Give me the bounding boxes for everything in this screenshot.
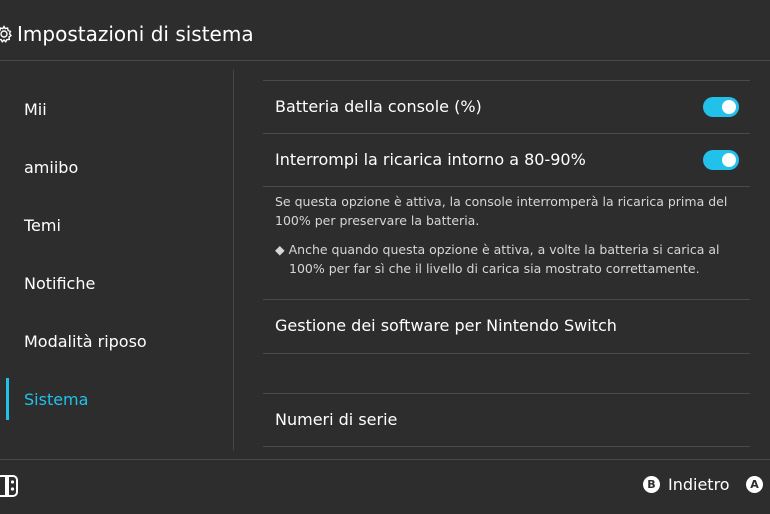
divider — [263, 186, 750, 187]
gear-icon — [0, 25, 12, 43]
sidebar-item-mii[interactable]: Mii — [0, 88, 233, 132]
footer-bar: B Indietro A — [0, 459, 770, 514]
a-button-icon: A — [746, 476, 763, 493]
stop-charging-label: Interrompi la ricarica intorno a 80-90% — [275, 150, 586, 169]
stop-charging-description: Se questa opzione è attiva, la console i… — [275, 194, 728, 228]
toggle-knob — [722, 153, 736, 167]
note-text: Anche quando questa opzione è attiva, a … — [288, 242, 720, 276]
sidebar-item-label: Temi — [24, 216, 61, 235]
b-button-icon: B — [643, 476, 660, 493]
sidebar-item-label: Mii — [24, 100, 47, 119]
battery-percent-row[interactable]: Batteria della console (%) — [263, 81, 750, 133]
sidebar-item-sistema[interactable]: Sistema — [0, 378, 233, 422]
sidebar-item-label: Notifiche — [24, 274, 96, 293]
controller-icon — [0, 475, 18, 497]
diamond-bullet-icon: ◆ — [275, 242, 285, 257]
stop-charging-row[interactable]: Interrompi la ricarica intorno a 80-90% — [263, 134, 750, 186]
software-management-row[interactable]: Gestione dei software per Nintendo Switc… — [263, 300, 750, 352]
serial-numbers-label: Numeri di serie — [275, 410, 398, 429]
stop-charging-note: ◆ Anche quando questa opzione è attiva, … — [275, 240, 759, 278]
header-bar: Impostazioni di sistema — [0, 0, 770, 61]
stop-charging-toggle[interactable] — [703, 150, 739, 170]
sidebar-item-temi[interactable]: Temi — [0, 204, 233, 248]
battery-percent-label: Batteria della console (%) — [275, 97, 482, 116]
battery-percent-toggle[interactable] — [703, 97, 739, 117]
sidebar-item-amiibo[interactable]: amiibo — [0, 146, 233, 190]
sidebar-item-label: Sistema — [24, 390, 89, 409]
active-indicator — [6, 378, 9, 420]
serial-numbers-row[interactable]: Numeri di serie — [263, 394, 750, 446]
back-label: Indietro — [668, 475, 730, 494]
software-management-label: Gestione dei software per Nintendo Switc… — [275, 316, 617, 335]
sidebar-item-modalita-riposo[interactable]: Modalità riposo — [0, 320, 233, 364]
sidebar-item-label: amiibo — [24, 158, 79, 177]
sidebar-divider — [233, 70, 234, 450]
divider — [263, 446, 750, 447]
page-title: Impostazioni di sistema — [17, 22, 254, 46]
sidebar-item-notifiche[interactable]: Notifiche — [0, 262, 233, 306]
a-button[interactable]: A — [746, 476, 763, 493]
toggle-knob — [722, 100, 736, 114]
sidebar-item-label: Modalità riposo — [24, 332, 147, 351]
divider — [263, 353, 750, 354]
